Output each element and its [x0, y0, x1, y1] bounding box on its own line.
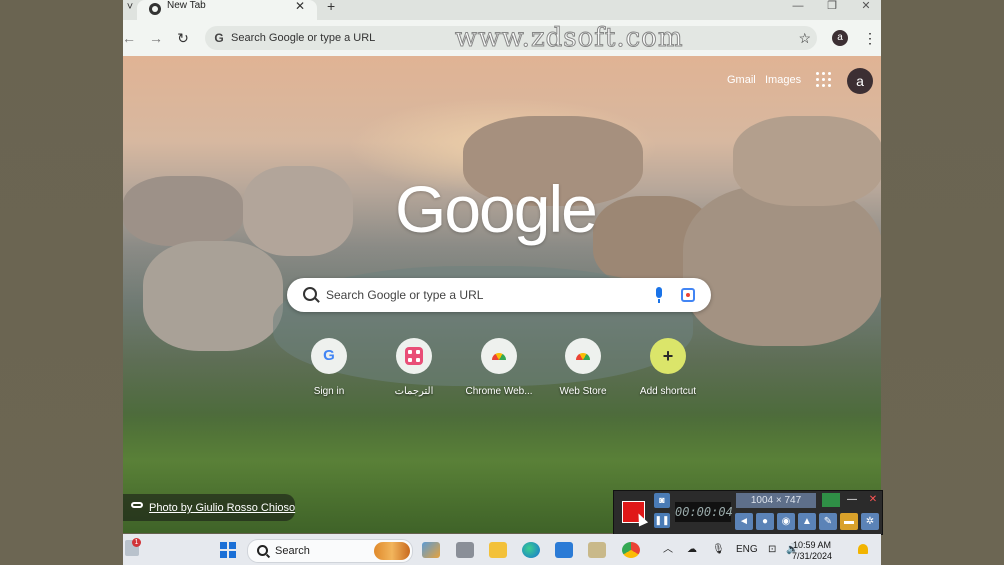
webcam-icon[interactable]: ◉: [777, 513, 795, 530]
search-icon: [257, 545, 268, 556]
pen-icon[interactable]: ✎: [819, 513, 837, 530]
microphone-icon[interactable]: ●: [756, 513, 774, 530]
chrome-menu-button[interactable]: ⋮: [863, 28, 877, 48]
images-link[interactable]: Images: [765, 73, 801, 87]
chrome-web-store-icon: [565, 338, 601, 374]
background-rock: [733, 116, 881, 206]
shortcut-add[interactable]: + Add shortcut: [626, 338, 710, 402]
forward-button[interactable]: →: [146, 28, 166, 48]
shortcut-label: Add shortcut: [639, 386, 697, 397]
background-rock: [123, 176, 243, 246]
taskbar-search-box[interactable]: Search: [247, 539, 413, 563]
browser-toolbar: ← → ↻ G Search Google or type a URL www.…: [122, 20, 881, 56]
recorder-close-button[interactable]: ✕: [864, 493, 882, 507]
screen-border-right: [881, 0, 1004, 565]
chrome-web-store-icon: [481, 338, 517, 374]
search-highlight-image: [374, 542, 410, 560]
tab-search-button[interactable]: ˅: [123, 0, 137, 20]
new-tab-page: Gmail Images a Google Search Google or t…: [123, 56, 881, 533]
pause-button[interactable]: ❚❚: [654, 513, 670, 528]
google-logo: Google: [395, 172, 598, 246]
watermark-text: www.zdsoft.com: [455, 23, 684, 53]
search-box[interactable]: Search Google or type a URL: [287, 278, 711, 312]
chrome-taskbar-icon[interactable]: [622, 542, 640, 558]
background-rock: [143, 241, 283, 351]
background-rock: [683, 186, 881, 346]
link-icon: [131, 502, 143, 508]
shortcut-label: Sign in: [313, 386, 345, 397]
photo-credit[interactable]: Photo by Giulio Rosso Chioso: [123, 494, 295, 521]
file-explorer-icon[interactable]: [489, 542, 507, 558]
plus-icon: +: [650, 338, 686, 374]
shortcut-chrome-web[interactable]: Chrome Web...: [457, 338, 541, 402]
minimize-window-button[interactable]: —: [781, 0, 815, 16]
recorder-minimize-button[interactable]: —: [843, 493, 861, 507]
tab-close-button[interactable]: ✕: [295, 0, 305, 12]
tab-new-tab[interactable]: New Tab ✕: [137, 0, 317, 20]
notification-badge: 1: [132, 538, 141, 547]
clock-date: 7/31/2024: [791, 551, 833, 561]
taskbar-clock[interactable]: 10:59 AM 7/31/2024: [783, 540, 841, 562]
edge-browser-icon[interactable]: [522, 542, 540, 558]
google-g-icon: G: [214, 31, 224, 45]
language-indicator[interactable]: ENG: [736, 543, 758, 557]
taskbar-app-icon[interactable]: [456, 542, 474, 558]
taskbar-app-icon[interactable]: [422, 542, 440, 558]
taskbar-app-icon[interactable]: [588, 542, 606, 558]
shortcut-sign-in[interactable]: G Sign in: [287, 338, 371, 402]
photo-credit-link[interactable]: Photo by Giulio Rosso Chioso: [149, 502, 295, 515]
new-tab-button[interactable]: +: [327, 0, 335, 13]
screen-recorder-toolbar: ◙ ❚❚ 00:00:04 1004 × 747 — ✕ ◄ ● ◉ ▲ ✎ ▬…: [613, 490, 883, 535]
google-lens-icon[interactable]: [681, 288, 695, 302]
windows-taskbar: 1 Search ︿ ☁ 🎙 ENG ⊡ 🔊 10:59 AM 7/31/202…: [123, 534, 881, 565]
voice-search-icon[interactable]: [656, 287, 662, 303]
google-apps-icon[interactable]: [816, 72, 832, 88]
google-account-avatar[interactable]: a: [847, 68, 873, 94]
back-button[interactable]: ←: [119, 28, 139, 48]
camera-icon[interactable]: ◙: [654, 493, 670, 508]
settings-gear-icon[interactable]: ✲: [861, 513, 879, 530]
speaker-icon[interactable]: ◄: [735, 513, 753, 530]
tray-overflow-chevron-icon[interactable]: ︿: [663, 543, 673, 557]
folder-icon[interactable]: ▬: [840, 513, 858, 530]
gmail-link[interactable]: Gmail: [727, 73, 756, 87]
windows-start-icon[interactable]: [220, 542, 236, 558]
network-icon[interactable]: ⊡: [768, 543, 776, 557]
capture-dimensions: 1004 × 747: [736, 493, 816, 508]
search-icon: [303, 287, 317, 301]
close-window-button[interactable]: ✕: [849, 0, 883, 16]
tab-title: New Tab: [167, 0, 206, 11]
mouse-cursor-icon: [633, 511, 649, 527]
taskbar-search-label: Search: [275, 545, 310, 557]
microphone-tray-icon[interactable]: 🎙: [712, 543, 725, 557]
clock-time: 10:59 AM: [792, 540, 832, 550]
search-input[interactable]: Search Google or type a URL: [326, 288, 483, 302]
restore-window-button[interactable]: ❐: [815, 0, 849, 16]
recorder-status-icon: [822, 493, 840, 507]
chrome-favicon-icon: [149, 3, 161, 15]
bookmark-star-icon[interactable]: ☆: [798, 29, 811, 47]
notification-bell-icon[interactable]: [858, 544, 868, 554]
screen-border-left: [0, 0, 123, 565]
profile-avatar-button[interactable]: a: [832, 30, 848, 46]
recording-timer: 00:00:04: [675, 502, 733, 522]
address-bar[interactable]: G Search Google or type a URL www.zdsoft…: [205, 23, 817, 53]
address-bar-placeholder: Search Google or type a URL: [231, 32, 376, 44]
shortcut-web-store[interactable]: Web Store: [541, 338, 625, 402]
reload-button[interactable]: ↻: [173, 28, 193, 48]
microsoft-store-icon[interactable]: [555, 542, 573, 558]
background-rock: [243, 166, 353, 256]
shortcut-label: Chrome Web...: [465, 386, 533, 397]
grid-app-icon: [396, 338, 432, 374]
cursor-icon[interactable]: ▲: [798, 513, 816, 530]
browser-tab-strip: ˅ New Tab ✕ + — ❐ ✕: [123, 0, 881, 20]
onedrive-icon[interactable]: ☁: [687, 543, 697, 557]
google-g-icon: G: [311, 338, 347, 374]
shortcut-translations[interactable]: الترجمات: [372, 338, 456, 402]
shortcut-label: Web Store: [559, 386, 607, 397]
shortcut-label: الترجمات: [394, 386, 434, 397]
